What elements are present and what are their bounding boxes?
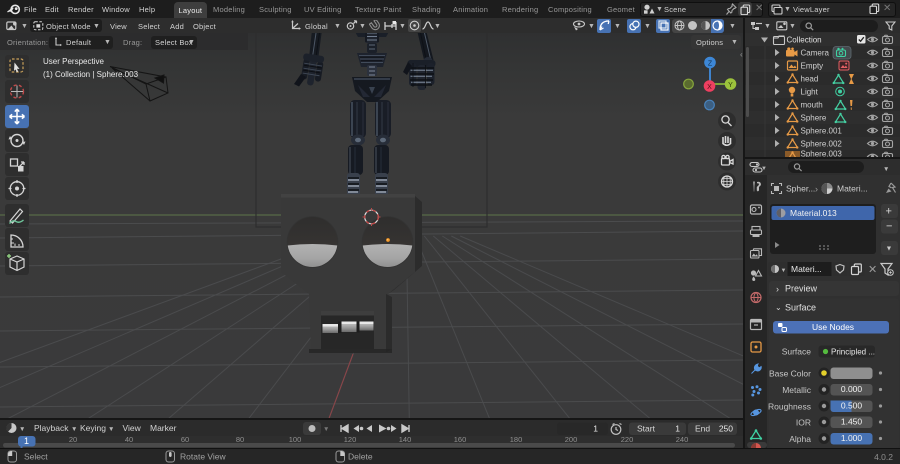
svg-text:head: head bbox=[801, 75, 819, 84]
svg-text:›: › bbox=[815, 184, 818, 194]
svg-text:▼: ▼ bbox=[886, 246, 893, 253]
svg-text:1: 1 bbox=[24, 436, 29, 446]
svg-text:140: 140 bbox=[399, 435, 412, 444]
svg-text:Surface: Surface bbox=[785, 303, 816, 313]
svg-text:Z: Z bbox=[708, 60, 713, 67]
svg-text:1.000: 1.000 bbox=[841, 433, 863, 443]
svg-text:mouth: mouth bbox=[801, 101, 823, 110]
svg-text:80: 80 bbox=[236, 435, 244, 444]
svg-text:240: 240 bbox=[676, 435, 689, 444]
svg-text:Roughness: Roughness bbox=[768, 402, 811, 412]
svg-text:End: End bbox=[695, 424, 710, 434]
svg-text:▼: ▼ bbox=[761, 166, 767, 172]
svg-text:✕: ✕ bbox=[868, 264, 877, 276]
svg-text:IOR: IOR bbox=[796, 418, 811, 428]
svg-text:1: 1 bbox=[593, 424, 598, 434]
svg-text:40: 40 bbox=[125, 435, 133, 444]
svg-text:Light: Light bbox=[801, 88, 819, 97]
svg-text:Select: Select bbox=[24, 452, 48, 462]
svg-text:User Perspective: User Perspective bbox=[43, 57, 104, 66]
svg-text:Metallic: Metallic bbox=[782, 385, 812, 395]
svg-text:Sphere.002: Sphere.002 bbox=[801, 140, 843, 149]
svg-text:(1) Collection | Sphere.003: (1) Collection | Sphere.003 bbox=[43, 70, 139, 79]
svg-text:Principled ...: Principled ... bbox=[831, 348, 875, 357]
svg-text:›: › bbox=[776, 284, 779, 294]
svg-text:200: 200 bbox=[565, 435, 578, 444]
svg-text:Rotate View: Rotate View bbox=[180, 452, 227, 462]
svg-text:Materi...: Materi... bbox=[837, 184, 868, 194]
svg-text:Camera: Camera bbox=[801, 49, 830, 58]
svg-text:Materi...: Materi... bbox=[791, 264, 822, 274]
svg-text:−: − bbox=[886, 221, 892, 233]
svg-text:Alpha: Alpha bbox=[789, 434, 811, 444]
svg-text:View: View bbox=[123, 423, 142, 433]
svg-text:Keying: Keying bbox=[80, 423, 106, 433]
svg-text:Start: Start bbox=[637, 424, 656, 434]
svg-text:Empty: Empty bbox=[801, 62, 824, 71]
svg-text:▼: ▼ bbox=[883, 166, 889, 173]
svg-text:1.450: 1.450 bbox=[841, 417, 863, 427]
svg-text:Marker: Marker bbox=[150, 423, 177, 433]
svg-text:+: + bbox=[886, 206, 892, 218]
svg-text:X: X bbox=[707, 84, 712, 91]
svg-text:▼: ▼ bbox=[781, 268, 787, 274]
svg-text:Spher...: Spher... bbox=[786, 184, 815, 194]
svg-text:⌄: ⌄ bbox=[775, 303, 782, 312]
svg-text:Delete: Delete bbox=[348, 452, 373, 462]
svg-text:Base Color: Base Color bbox=[769, 369, 811, 379]
svg-text:▼: ▼ bbox=[108, 426, 114, 433]
svg-text:20: 20 bbox=[69, 435, 77, 444]
svg-text:Sphere.001: Sphere.001 bbox=[801, 127, 843, 136]
svg-text:250: 250 bbox=[719, 424, 733, 434]
svg-text:220: 220 bbox=[621, 435, 634, 444]
svg-text:1: 1 bbox=[675, 424, 680, 434]
svg-text:Surface: Surface bbox=[782, 347, 812, 357]
svg-text:▼: ▼ bbox=[19, 426, 25, 433]
svg-text:Sphere: Sphere bbox=[801, 114, 827, 123]
svg-text:Y: Y bbox=[728, 82, 733, 89]
svg-text:Material.013: Material.013 bbox=[790, 208, 837, 218]
svg-text:Collection: Collection bbox=[787, 36, 822, 45]
svg-text:100: 100 bbox=[289, 435, 302, 444]
svg-text:▼: ▼ bbox=[323, 426, 329, 433]
svg-text:0.000: 0.000 bbox=[841, 384, 863, 394]
svg-text:60: 60 bbox=[181, 435, 189, 444]
svg-text:180: 180 bbox=[510, 435, 523, 444]
svg-text:Use Nodes: Use Nodes bbox=[812, 322, 854, 332]
svg-text:Preview: Preview bbox=[785, 284, 818, 294]
svg-text:0.500: 0.500 bbox=[841, 401, 863, 411]
svg-text:4.0.2: 4.0.2 bbox=[874, 452, 893, 462]
svg-text:120: 120 bbox=[344, 435, 357, 444]
svg-text:Sphere.003: Sphere.003 bbox=[801, 150, 843, 158]
svg-text:160: 160 bbox=[454, 435, 467, 444]
svg-text:▼: ▼ bbox=[71, 426, 77, 433]
svg-text:Playback: Playback bbox=[34, 423, 69, 433]
